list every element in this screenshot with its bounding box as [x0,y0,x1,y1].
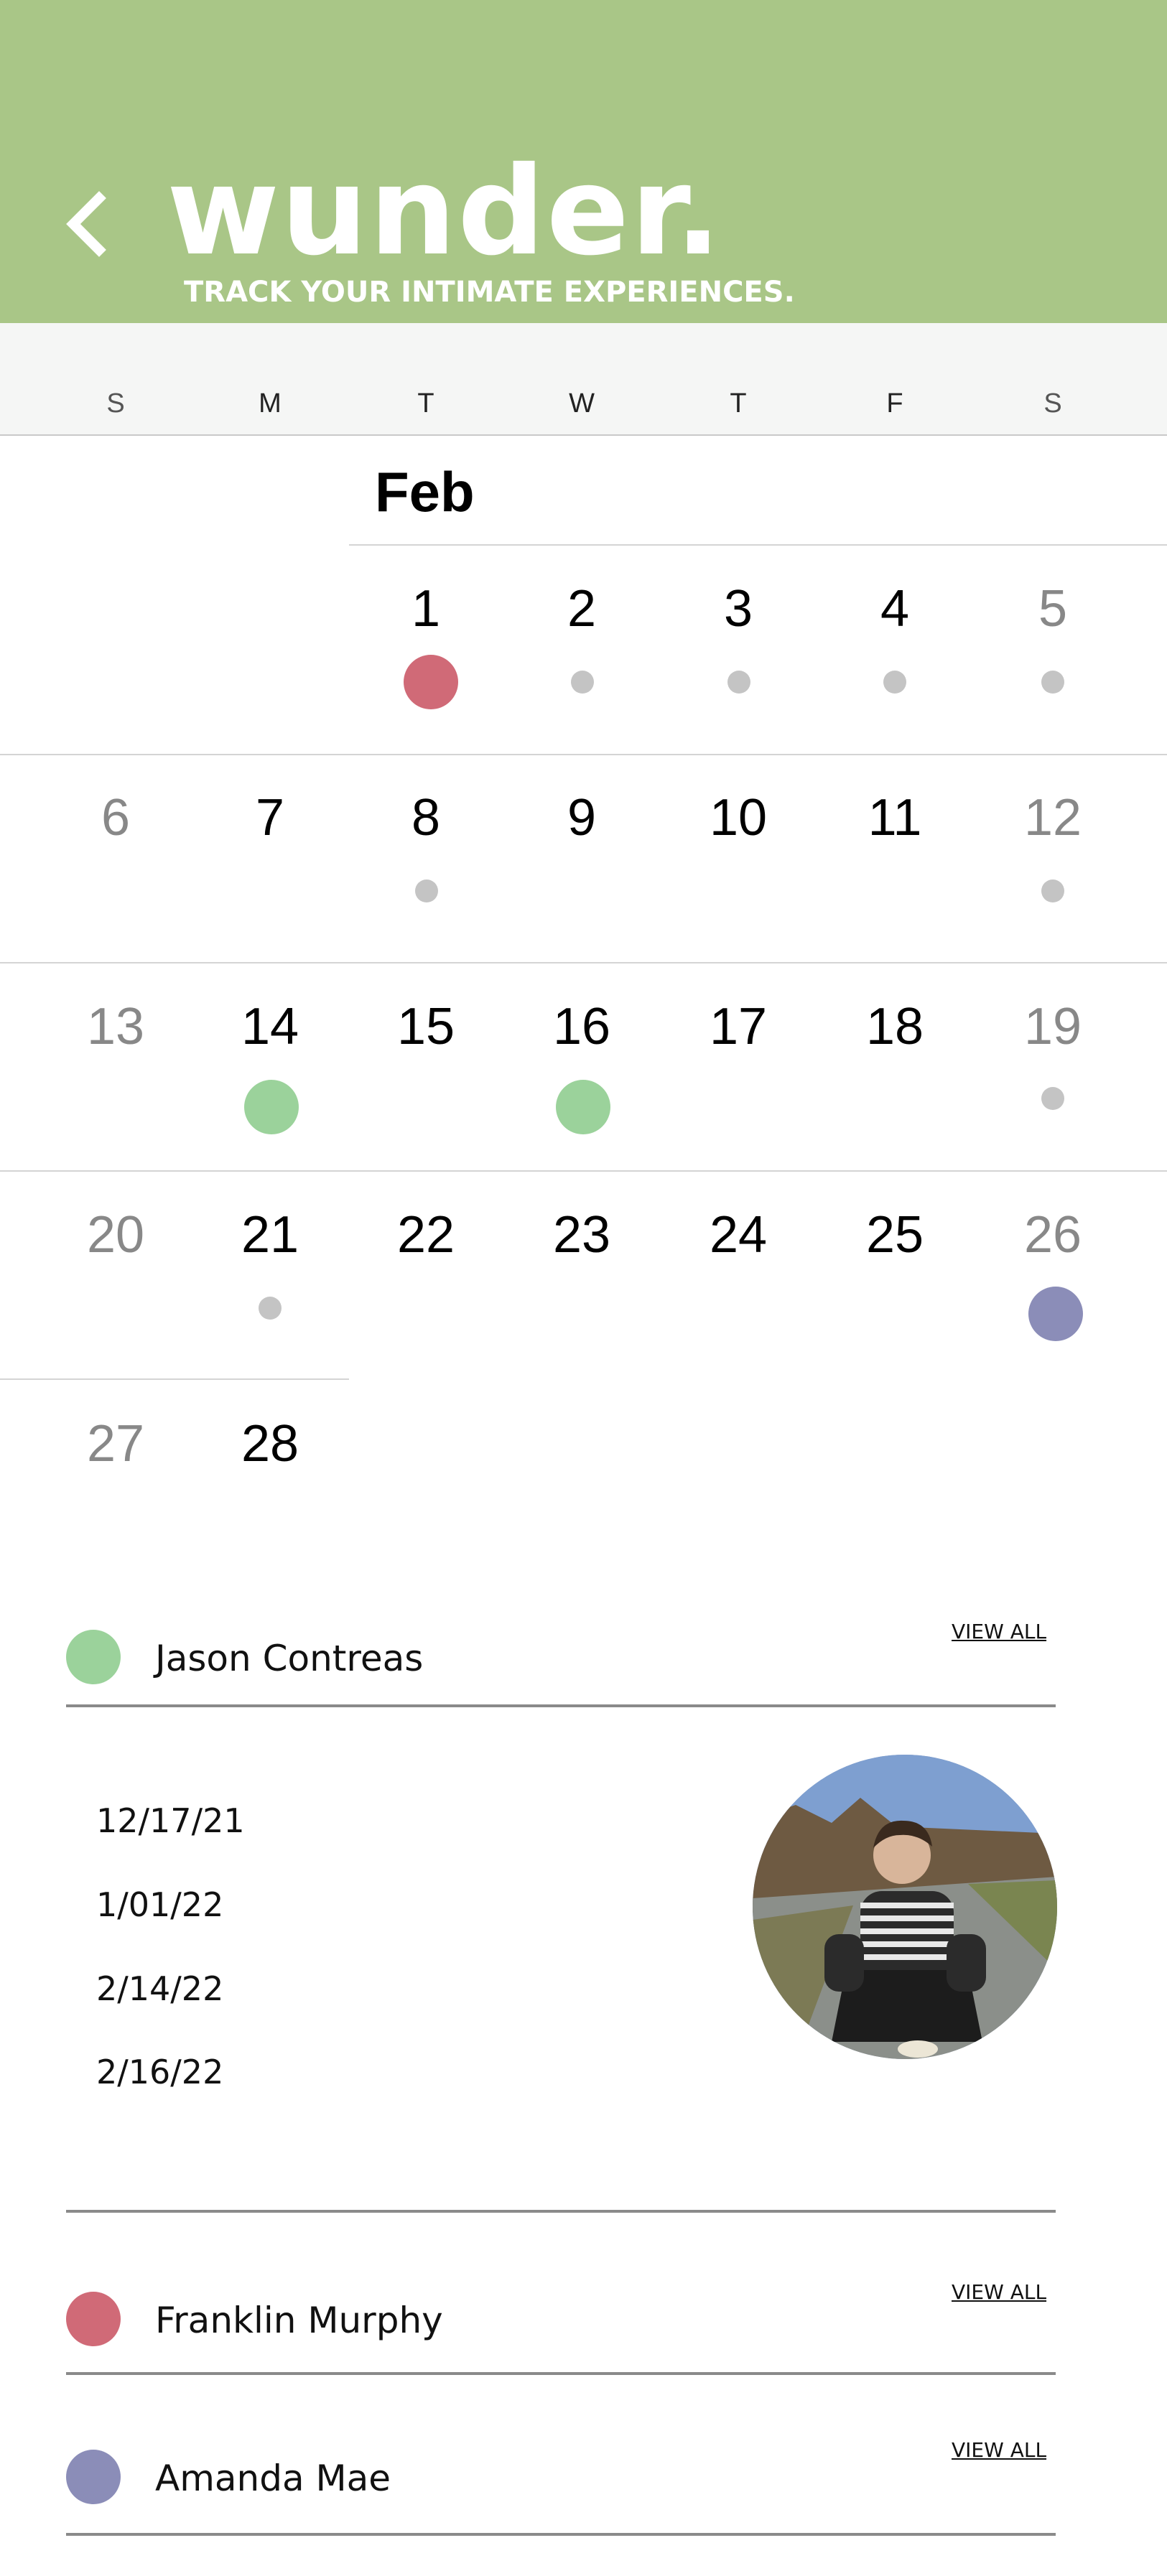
weekday-saturday: S [1043,388,1062,419]
day-28[interactable]: 28 [192,1415,348,1473]
row-divider [0,1378,349,1380]
divider [66,2372,1056,2375]
amanda-color-dot [66,2450,121,2504]
partner-name: Franklin Murphy [155,2300,443,2341]
partner-avatar [753,1755,1057,2059]
event-dot [1041,879,1064,902]
day-8[interactable]: 8 [348,789,504,846]
day-9[interactable]: 9 [503,789,660,846]
weekday-friday: F [886,388,903,419]
chevron-left-icon [66,191,106,257]
event-dot [1041,1087,1064,1110]
day-1[interactable]: 1 [348,580,504,638]
day-14[interactable]: 14 [192,998,348,1055]
day-12[interactable]: 12 [975,789,1131,846]
day-15[interactable]: 15 [348,998,504,1055]
date-item: 1/01/22 [96,1885,224,1924]
avatar-photo [753,1755,1057,2059]
event-dot [883,671,906,694]
day-23[interactable]: 23 [503,1206,660,1264]
event-dot [571,671,594,694]
partner-name: Jason Contreas [155,1638,424,1679]
day-18[interactable]: 18 [817,998,973,1055]
jason-color-dot [66,1630,121,1684]
divider [66,2533,1056,2536]
day-22[interactable]: 22 [348,1206,504,1264]
event-dot [727,671,750,694]
date-item: 12/17/21 [96,1801,245,1840]
divider [66,1704,1056,1707]
jason-event-dot [556,1080,610,1134]
franklin-color-dot [66,2292,121,2346]
amanda-event-dot [1028,1287,1083,1341]
event-dot [415,879,438,902]
day-13[interactable]: 13 [37,998,194,1055]
view-all-link[interactable]: VIEW ALL [952,1620,1046,1644]
weekday-monday: M [259,388,282,419]
app-header: wunder. TRACK YOUR INTIMATE EXPERIENCES. [0,0,1167,323]
weekday-sunday: S [106,388,125,419]
day-7[interactable]: 7 [192,789,348,846]
event-dot [259,1297,282,1320]
day-6[interactable]: 6 [37,789,194,846]
day-11[interactable]: 11 [817,789,973,846]
day-16[interactable]: 16 [503,998,660,1055]
partner-name: Amanda Mae [155,2458,391,2499]
weekday-header: S M T W T F S [0,323,1167,436]
day-5[interactable]: 5 [975,580,1131,638]
row-divider [0,1170,1167,1172]
row-divider [0,962,1167,963]
view-all-link[interactable]: VIEW ALL [952,2280,1046,2305]
day-26[interactable]: 26 [975,1206,1131,1264]
weekday-tuesday: T [417,388,434,419]
row-divider [349,544,1167,546]
weekday-thursday: T [730,388,747,419]
day-27[interactable]: 27 [37,1415,194,1473]
jason-event-dot [244,1080,299,1134]
view-all-link[interactable]: VIEW ALL [952,2438,1046,2463]
day-3[interactable]: 3 [660,580,817,638]
date-item: 2/16/22 [96,2053,224,2091]
day-21[interactable]: 21 [192,1206,348,1264]
divider [66,2210,1056,2213]
day-10[interactable]: 10 [660,789,817,846]
date-item: 2/14/22 [96,1969,224,2008]
day-17[interactable]: 17 [660,998,817,1055]
day-2[interactable]: 2 [503,580,660,638]
brand-logo: wunder. [167,141,723,283]
back-button[interactable] [59,188,116,260]
tagline: TRACK YOUR INTIMATE EXPERIENCES. [184,276,795,309]
weekday-wednesday: W [569,388,595,419]
event-dot [1041,671,1064,694]
day-20[interactable]: 20 [37,1206,194,1264]
month-label: Feb [375,460,475,523]
franklin-event-dot [404,655,458,709]
day-19[interactable]: 19 [975,998,1131,1055]
row-divider [0,754,1167,755]
day-4[interactable]: 4 [817,580,973,638]
day-25[interactable]: 25 [817,1206,973,1264]
day-24[interactable]: 24 [660,1206,817,1264]
